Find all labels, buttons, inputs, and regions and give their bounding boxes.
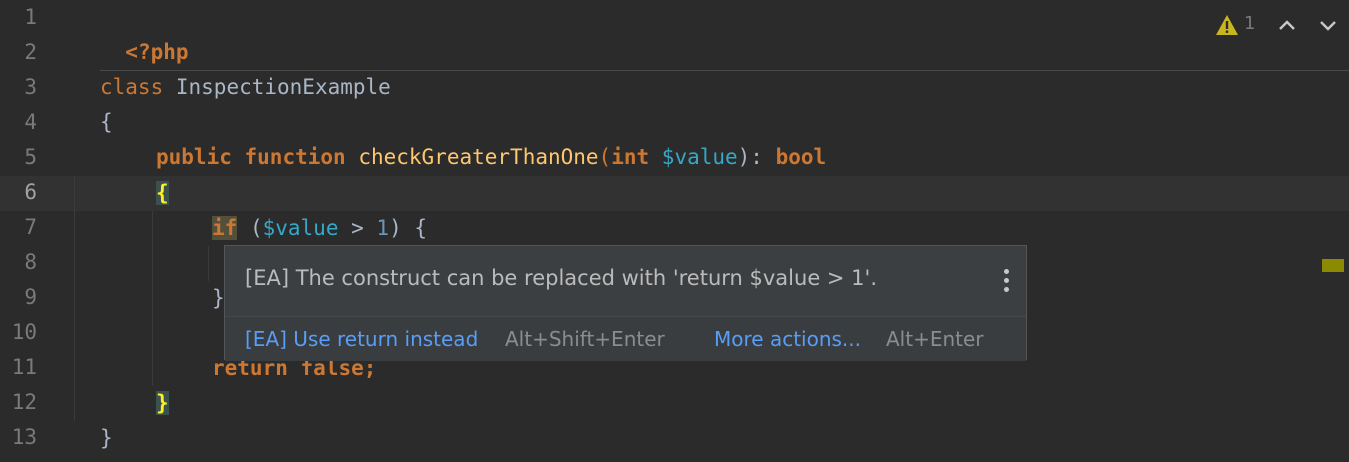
line-number: 4	[24, 110, 37, 134]
line-number: 8	[24, 250, 37, 274]
code-line-4[interactable]: {	[100, 105, 113, 140]
brace-highlight: {	[156, 181, 169, 205]
code-line-12[interactable]: }	[156, 386, 169, 421]
operator: >	[338, 216, 377, 240]
brace-highlight: }	[156, 391, 169, 415]
variable: $value	[262, 216, 339, 240]
line-number: 2	[24, 40, 37, 64]
line-number: 11	[11, 355, 37, 379]
brace: }	[212, 286, 225, 310]
paren: (	[598, 145, 612, 169]
line-number: 13	[11, 425, 37, 449]
line-number: 3	[24, 75, 37, 99]
brace: {	[100, 110, 113, 134]
code-line-6[interactable]: {	[156, 176, 169, 211]
primary-shortcut: Alt+Shift+Enter	[505, 327, 665, 351]
line-number: 7	[24, 215, 37, 239]
warning-triangle-icon[interactable]	[1215, 14, 1239, 36]
inspection-popup: [EA] The construct can be replaced with …	[224, 245, 1027, 361]
public-keyword: public	[156, 145, 232, 169]
more-vertical-icon[interactable]	[1000, 266, 1012, 296]
code-line-13[interactable]: }	[100, 421, 113, 456]
line-number: 9	[24, 285, 37, 309]
line-number: 1	[24, 5, 37, 29]
code-line-9[interactable]: }	[212, 281, 225, 316]
indent-guide	[152, 211, 153, 386]
popup-footer: [EA] Use return instead Alt+Shift+Enter …	[225, 316, 1026, 361]
function-name: checkGreaterThanOne	[358, 145, 599, 169]
indent-guide	[74, 176, 75, 421]
number: 1	[376, 216, 390, 240]
warning-count[interactable]: 1	[1244, 13, 1255, 34]
class-keyword: class	[100, 75, 164, 99]
chevron-up-icon[interactable]	[1276, 14, 1298, 36]
code-line-5[interactable]: public function checkGreaterThanOne(int …	[156, 140, 826, 175]
code-line-7[interactable]: if ($value > 1) {	[212, 211, 427, 246]
line-number: 5	[24, 145, 37, 169]
variable: $value	[661, 145, 738, 169]
more-actions-shortcut: Alt+Enter	[886, 327, 984, 351]
brace: }	[100, 426, 113, 450]
function-keyword: function	[244, 145, 346, 169]
line-number: 10	[11, 320, 37, 344]
paren-close: ) {	[389, 216, 427, 240]
class-name: InspectionExample	[175, 75, 391, 99]
line-number-current: 6	[24, 180, 37, 204]
popup-message: [EA] The construct can be replaced with …	[245, 266, 877, 290]
if-keyword: if	[212, 216, 238, 240]
paren-close: ):	[737, 145, 763, 169]
code-line-3[interactable]: class InspectionExample	[100, 70, 391, 105]
paren: (	[249, 216, 263, 240]
return-type: bool	[775, 145, 827, 169]
type-int: int	[611, 145, 650, 169]
code-line-1[interactable]: <?php	[100, 0, 189, 70]
use-return-instead-action[interactable]: [EA] Use return instead	[245, 327, 478, 351]
chevron-down-icon[interactable]	[1317, 14, 1339, 36]
more-actions-link[interactable]: More actions...	[714, 327, 861, 351]
error-stripe-marker[interactable]	[1322, 259, 1344, 272]
line-number: 12	[11, 390, 37, 414]
indent-guide	[208, 246, 209, 281]
current-line-highlight	[0, 176, 1349, 211]
php-open-tag: <?php	[125, 40, 189, 64]
